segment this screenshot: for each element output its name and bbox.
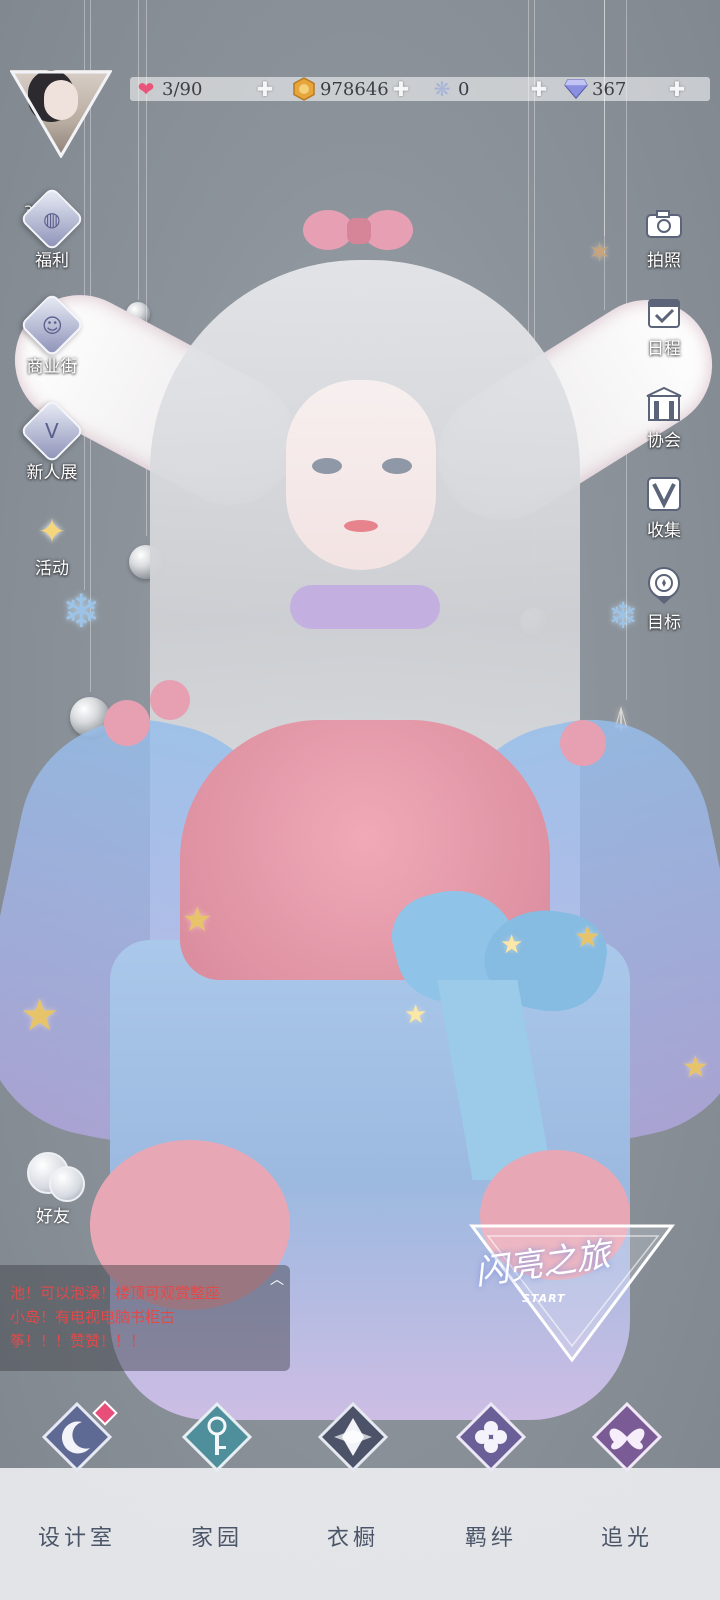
add-gold-button[interactable]: ✚ — [392, 79, 410, 99]
friends-button[interactable]: 好友 — [18, 1150, 88, 1227]
snow-crystal-icon: ❋ — [433, 77, 451, 101]
nav-wardrobe-label: 衣橱 — [326, 1526, 379, 1551]
player-avatar[interactable]: 31 — [10, 70, 112, 220]
association-label: 协会 — [647, 431, 681, 451]
butterfly-light-icon — [592, 1402, 662, 1472]
nav-bonds-label: 羁绊 — [464, 1526, 517, 1551]
balloon-icon: ◍ — [19, 186, 85, 252]
logo-subtitle: START — [522, 1292, 566, 1305]
collection-label: 收集 — [647, 521, 681, 541]
collection-v-icon — [644, 474, 684, 514]
photo-button[interactable]: 拍照 — [624, 204, 704, 271]
association-button[interactable]: 协会 — [624, 384, 704, 451]
calendar-check-icon — [644, 292, 684, 332]
stars-icon: ✦ — [37, 512, 67, 552]
clover-bond-icon — [456, 1402, 526, 1472]
crystal-wardrobe-icon — [318, 1402, 388, 1472]
target-medal-icon — [644, 566, 684, 606]
nav-bonds[interactable]: 羁绊 — [436, 1398, 546, 1598]
nav-home-label: 家园 — [190, 1526, 243, 1551]
friends-label: 好友 — [36, 1207, 70, 1227]
gold-value: 978646 — [320, 78, 389, 100]
chat-line: 小岛！有电视电脑书柜古 — [10, 1308, 176, 1326]
resource-crystal: ❋ 0 — [430, 74, 470, 104]
shopping-bag-icon: ☺ — [19, 292, 85, 358]
add-diamond-button[interactable]: ✚ — [668, 79, 686, 99]
chat-line: 筝！！！赞赞！！！ — [10, 1332, 146, 1350]
nav-design-studio-label: 设计室 — [37, 1526, 116, 1551]
building-icon — [644, 384, 684, 424]
resource-gold: 978646 — [292, 74, 389, 104]
schedule-button[interactable]: 日程 — [624, 292, 704, 359]
collection-button[interactable]: 收集 — [624, 474, 704, 541]
camera-icon — [644, 204, 684, 244]
newcomer-exhibit-button[interactable]: V 新人展 — [12, 398, 92, 483]
resource-diamond: 367 — [564, 74, 626, 104]
shopping-street-button[interactable]: ☺ 商业街 — [12, 292, 92, 377]
nav-chase-light[interactable]: 追光 — [572, 1398, 682, 1598]
shining-journey-logo[interactable]: 闪亮之旅 START — [452, 1218, 682, 1368]
resource-stamina: ❤ 3/90 — [134, 74, 203, 104]
nav-chase-light-label: 追光 — [600, 1526, 653, 1551]
events-label: 活动 — [35, 559, 69, 579]
goals-button[interactable]: 目标 — [624, 566, 704, 633]
add-stamina-button[interactable]: ✚ — [256, 79, 274, 99]
nav-design-studio[interactable]: 设计室 — [22, 1398, 132, 1598]
nav-wardrobe[interactable]: 衣橱 — [298, 1398, 408, 1598]
chevron-up-icon[interactable]: ︿ — [270, 1269, 284, 1289]
welfare-button[interactable]: ◍ 福利 — [12, 186, 92, 271]
shopping-street-label: 商业街 — [26, 357, 78, 377]
newcomer-exhibit-label: 新人展 — [26, 463, 78, 483]
diamond-value: 367 — [592, 78, 627, 100]
gold-coin-icon — [292, 77, 316, 101]
friends-bubbles-icon — [23, 1150, 85, 1202]
photo-label: 拍照 — [647, 251, 681, 271]
goals-label: 目标 — [647, 613, 681, 633]
stamina-value: 3/90 — [162, 78, 203, 100]
chat-line: 池！可以泡澡！楼顶可观赏整座 — [10, 1284, 221, 1302]
schedule-label: 日程 — [647, 339, 681, 359]
crystal-value: 0 — [458, 78, 470, 100]
welfare-label: 福利 — [35, 251, 69, 271]
diamond-icon — [564, 77, 588, 101]
events-button[interactable]: ✦ 活动 — [12, 512, 92, 579]
add-crystal-button[interactable]: ✚ — [530, 79, 548, 99]
v-badge-icon: V — [19, 398, 85, 464]
key-home-icon — [182, 1402, 252, 1472]
avatar-frame — [10, 70, 112, 158]
chat-panel[interactable]: ︿ 池！可以泡澡！楼顶可观赏整座 小岛！有电视电脑书柜古 筝！！！赞赞！！！ — [0, 1265, 290, 1371]
nav-home[interactable]: 家园 — [162, 1398, 272, 1598]
heart-gem-icon: ❤ — [137, 77, 155, 101]
